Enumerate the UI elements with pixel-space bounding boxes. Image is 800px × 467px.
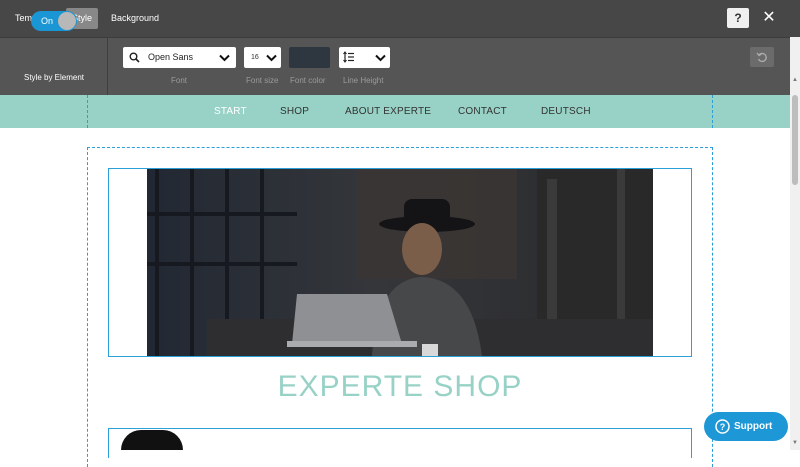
line-height-label: Line Height xyxy=(343,76,384,85)
font-color-label: Font color xyxy=(290,76,326,85)
nav-item-contact[interactable]: CONTACT xyxy=(458,95,507,128)
hero-photo xyxy=(147,169,653,356)
line-height-select[interactable] xyxy=(339,47,390,68)
tab-background[interactable]: Background xyxy=(105,8,165,29)
line-height-icon xyxy=(343,51,354,63)
editor-top-bar: Templates Style Background ? ✕ xyxy=(0,0,800,37)
scrollbar-thumb[interactable] xyxy=(792,95,798,185)
chevron-down-icon xyxy=(375,54,386,62)
toolbar-divider xyxy=(107,38,108,95)
style-by-element-toggle[interactable]: On xyxy=(31,11,77,31)
support-label: Support xyxy=(734,421,773,432)
section-guide-right xyxy=(712,95,713,128)
nav-item-start[interactable]: START xyxy=(214,95,247,128)
shop-title[interactable]: EXPERTE SHOP xyxy=(108,370,692,404)
product-card-frame[interactable] xyxy=(108,428,692,458)
svg-text:?: ? xyxy=(720,422,726,432)
chevron-down-icon xyxy=(266,54,277,62)
style-toolbar xyxy=(0,37,790,95)
font-size-select[interactable]: 16 xyxy=(244,47,281,68)
site-navbar: START SHOP ABOUT EXPERTE CONTACT DEUTSCH xyxy=(0,95,790,128)
font-label: Font xyxy=(171,76,188,85)
help-circle-icon: ? xyxy=(715,419,730,434)
nav-item-about[interactable]: ABOUT EXPERTE xyxy=(345,95,431,128)
font-size-label: Font size xyxy=(246,76,279,85)
section-guide-left xyxy=(87,95,88,128)
page-scrollbar[interactable]: ▲ ▼ xyxy=(790,37,800,450)
style-by-element-label: Style by Element xyxy=(23,73,85,82)
toggle-knob xyxy=(58,12,76,30)
chevron-down-icon xyxy=(219,54,230,62)
support-button[interactable]: ? Support xyxy=(704,412,788,441)
nav-item-deutsch[interactable]: DEUTSCH xyxy=(541,95,591,128)
close-button[interactable]: ✕ xyxy=(760,8,778,28)
font-color-swatch[interactable] xyxy=(289,47,330,68)
help-button[interactable]: ? xyxy=(727,8,749,28)
scroll-down-icon[interactable]: ▼ xyxy=(792,440,798,446)
search-icon xyxy=(129,52,140,63)
font-family-select[interactable]: Open Sans xyxy=(123,47,236,68)
reset-button[interactable] xyxy=(750,47,774,67)
hero-image[interactable] xyxy=(147,169,653,356)
toggle-on-label: On xyxy=(41,16,54,26)
font-family-value: Open Sans xyxy=(148,52,194,62)
font-size-value: 16 xyxy=(251,54,259,61)
undo-icon xyxy=(756,52,767,63)
product-image[interactable] xyxy=(121,430,183,450)
scroll-up-icon[interactable]: ▲ xyxy=(792,77,798,83)
nav-item-shop[interactable]: SHOP xyxy=(280,95,309,128)
